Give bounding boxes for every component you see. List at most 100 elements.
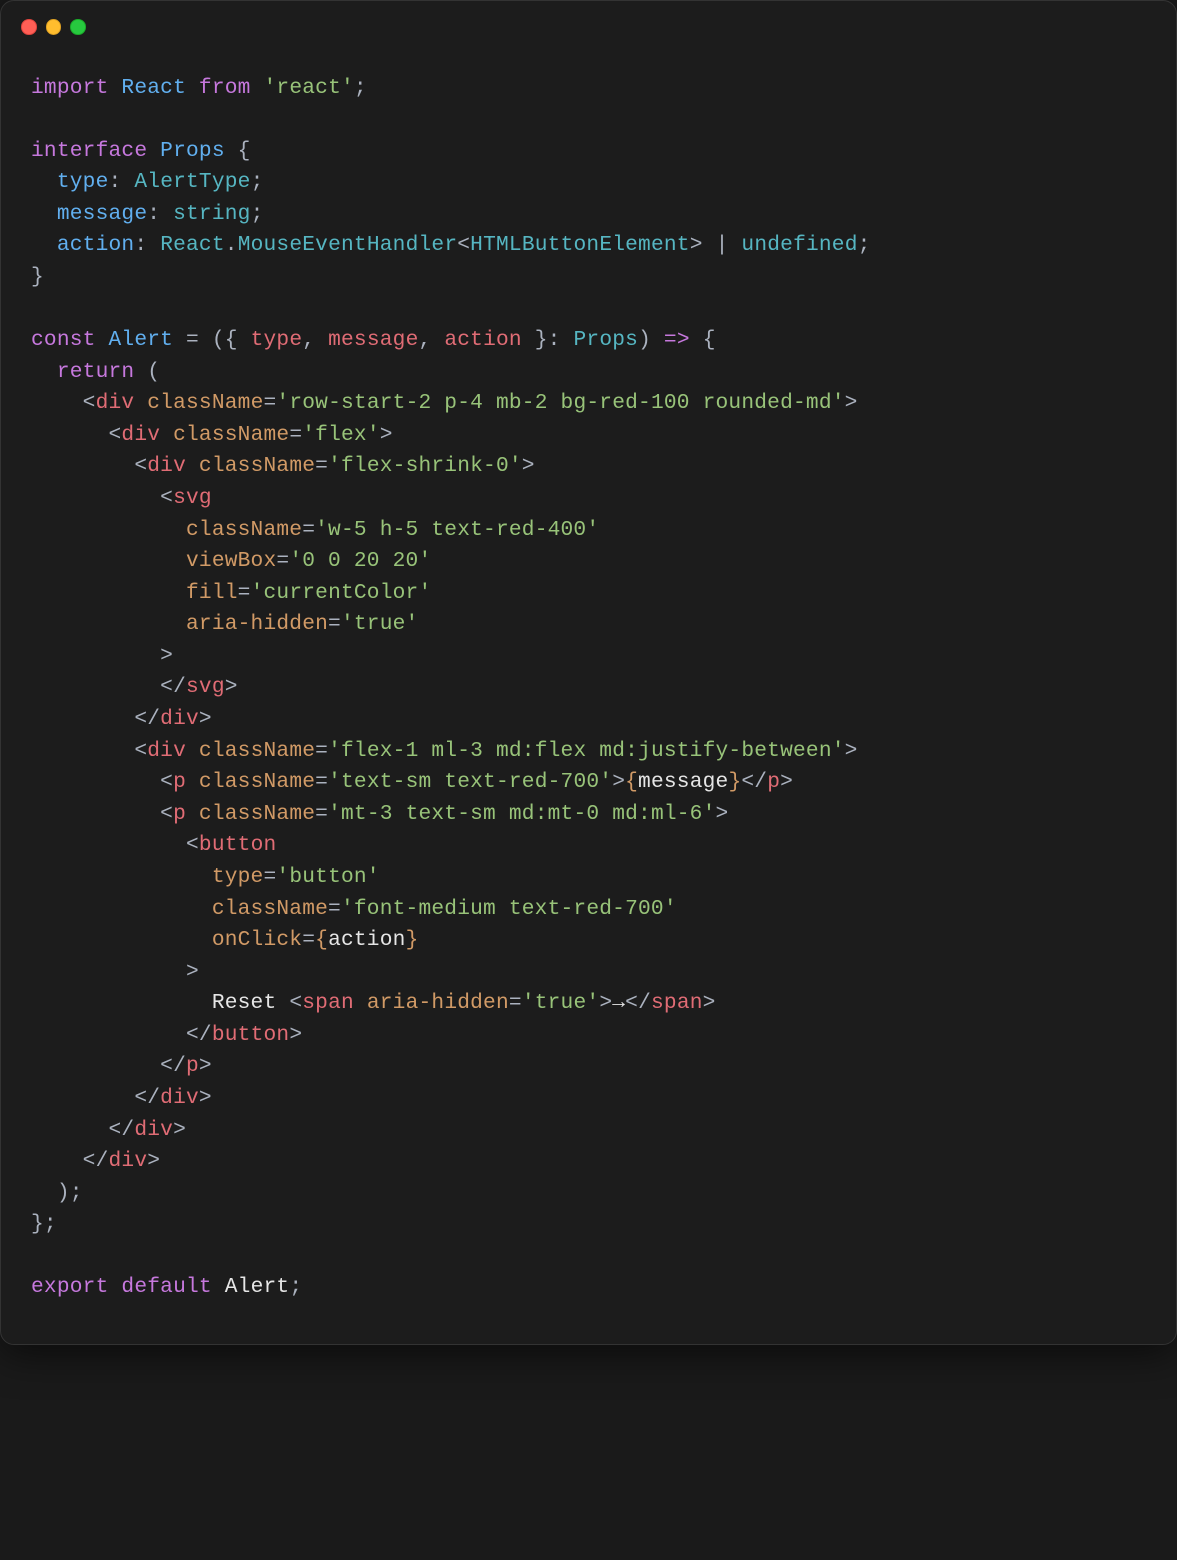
keyword-import: import [31,76,109,100]
attr-classname: className [186,518,302,542]
string-fill: 'currentColor' [251,581,432,605]
tag-div: div [121,423,160,447]
string-class: 'text-sm text-red-700' [328,770,612,794]
eq: = [276,549,289,573]
attr-classname: className [199,739,315,763]
string-viewbox: '0 0 20 20' [289,549,431,573]
jsx-open: </ [160,675,186,699]
keyword-default: default [121,1275,211,1299]
attr-classname: className [199,454,315,478]
semicolon: ; [354,76,367,100]
jsx-close: > [225,675,238,699]
ident-alert: Alert [109,328,174,352]
string-class: 'flex-shrink-0' [328,454,522,478]
minimize-icon[interactable] [46,19,62,35]
comma: , [302,328,328,352]
jsx-close: > [380,423,393,447]
keyword-from: from [199,76,251,100]
tag-div: div [109,1149,148,1173]
jsx-open: < [134,739,147,763]
code-editor[interactable]: import React from 'react'; interface Pro… [1,43,1176,1345]
jsx-open: < [186,833,199,857]
semicolon: ; [251,170,264,194]
string-class: 'row-start-2 p-4 mb-2 bg-red-100 rounded… [276,391,844,415]
jsx-close: > [199,1054,212,1078]
tag-p: p [173,770,186,794]
jsx-close: > [716,802,729,826]
close-icon[interactable] [21,19,37,35]
var-message: message [638,770,728,794]
jsx-open: < [160,770,173,794]
lt: < [457,233,470,257]
jsx-close: > [780,770,793,794]
jsx-close: > [599,991,612,1015]
tag-div: div [147,739,186,763]
var-action: action [328,928,406,952]
tag-div: div [134,1118,173,1142]
attr-aria-hidden: aria-hidden [186,612,328,636]
jsx-close: > [199,1086,212,1110]
colon: : [109,170,135,194]
tag-p: p [186,1054,199,1078]
type-button-el: HTMLButtonElement [470,233,690,257]
jsx-open: < [160,802,173,826]
arrow: => [651,328,703,352]
attr-onclick: onClick [212,928,302,952]
tag-button: button [212,1023,290,1047]
eq: = [238,581,251,605]
jsx-close: > [703,991,716,1015]
eq: = [302,928,315,952]
brace-close: }; [31,1212,57,1236]
eq: = [328,612,341,636]
attr-classname: className [147,391,263,415]
jsx-close: > [845,391,858,415]
type-react: React [160,233,225,257]
attr-type: type [212,865,264,889]
type-handler: MouseEventHandler [238,233,458,257]
eq: = [264,391,277,415]
string-class: 'mt-3 text-sm md:mt-0 md:ml-6' [328,802,715,826]
prop-key-action: action [57,233,135,257]
jsx-open: </ [134,707,160,731]
tag-p: p [173,802,186,826]
jsx-close: > [173,1118,186,1142]
tag-span: span [302,991,354,1015]
brace-close: } [31,265,44,289]
jsx-open: </ [83,1149,109,1173]
destruct-close: }: [522,328,574,352]
type-props: Props [574,328,639,352]
ident-props: Props [160,139,225,163]
eq: = [302,518,315,542]
tag-div: div [160,707,199,731]
var-type: type [251,328,303,352]
string-class: 'flex-1 ml-3 md:flex md:justify-between' [328,739,845,763]
jsx-open: </ [741,770,767,794]
jsx-close: > [160,644,173,668]
brace-open: { [703,328,716,352]
attr-classname: className [173,423,289,447]
comma: , [419,328,445,352]
code-window: import React from 'react'; interface Pro… [0,0,1177,1345]
var-message: message [328,328,418,352]
jsx-open: </ [186,1023,212,1047]
paren-open: ( [134,360,160,384]
tag-button: button [199,833,277,857]
attr-classname: className [199,802,315,826]
zoom-icon[interactable] [70,19,86,35]
brace-close: } [406,928,419,952]
tag-span: span [651,991,703,1015]
text-reset: Reset [212,991,290,1015]
ident-react: React [121,76,186,100]
eq: = [315,770,328,794]
eq: = [315,454,328,478]
eq: = [315,739,328,763]
type-undefined: undefined [741,233,857,257]
prop-key-message: message [57,202,147,226]
keyword-export: export [31,1275,109,1299]
colon: : [147,202,173,226]
prop-key-type: type [57,170,109,194]
semicolon: ; [251,202,264,226]
jsx-close: > [612,770,625,794]
attr-classname: className [212,897,328,921]
eq: = [289,423,302,447]
